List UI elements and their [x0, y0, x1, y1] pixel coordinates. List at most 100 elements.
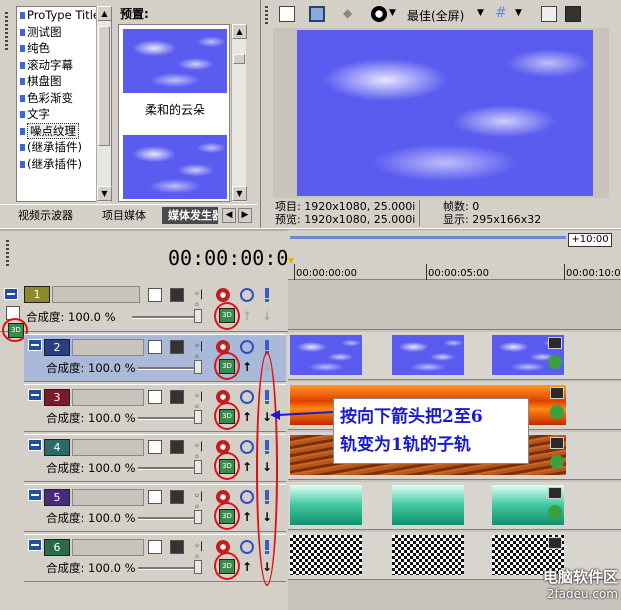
track-fx-icon[interactable] — [170, 440, 184, 454]
scroll-up-icon[interactable]: ▲ — [232, 24, 247, 39]
chevron-down-icon[interactable]: ▼ — [477, 8, 484, 18]
track-motion-icon[interactable] — [148, 288, 162, 302]
compositing-slider[interactable] — [138, 367, 202, 370]
track-name-field[interactable] — [72, 489, 144, 506]
clip-event[interactable] — [290, 485, 362, 525]
track-2-header[interactable]: 2 ◦|◦ 合成度: 100.0 % 3D ↑ ↓ — [24, 334, 286, 382]
tab-video-scopes[interactable]: 视频示波器 — [12, 207, 79, 224]
event-fx-icon[interactable] — [550, 455, 564, 469]
scroll-thumb[interactable] — [98, 26, 110, 146]
track-6-header[interactable]: 6 ◦|◦ 合成度: 100.0 % 3D ↑ ↓ — [24, 534, 286, 582]
tab-next-icon[interactable]: ▶ — [238, 208, 252, 223]
track-collapse-icon[interactable] — [28, 339, 42, 351]
compositing-slider[interactable] — [138, 417, 202, 420]
composite-mode-icon[interactable]: ◦|◦ — [194, 491, 208, 513]
arrow-up-icon[interactable]: ↑ — [242, 511, 252, 523]
track-name-field[interactable] — [52, 286, 140, 303]
scroll-down-icon[interactable]: ▼ — [232, 186, 247, 201]
clip-event[interactable] — [290, 535, 362, 575]
arrow-up-icon[interactable]: ↑ — [242, 461, 252, 473]
panel-grip[interactable] — [5, 12, 8, 52]
event-fx-icon[interactable] — [548, 505, 562, 519]
slider-thumb[interactable] — [194, 410, 202, 424]
timeline-lane-1[interactable] — [288, 282, 621, 330]
overlays-icon[interactable] — [371, 6, 387, 22]
split-screen-icon[interactable]: ◆ — [343, 6, 359, 22]
track-motion-icon[interactable] — [148, 390, 162, 404]
track-collapse-icon[interactable] — [28, 389, 42, 401]
arrow-up-icon[interactable]: ↑ — [242, 561, 252, 573]
track-motion-icon[interactable] — [148, 340, 162, 354]
tab-prev-icon[interactable]: ◀ — [222, 208, 236, 223]
preset-thumb-soft-clouds[interactable] — [123, 29, 227, 93]
track-motion-icon[interactable] — [148, 440, 162, 454]
panel-grip[interactable] — [6, 240, 9, 266]
track-name-field[interactable] — [72, 339, 144, 356]
composite-mode-icon[interactable]: ◦|◦ — [194, 541, 208, 563]
track-name-field[interactable] — [72, 539, 144, 556]
chevron-down-icon[interactable]: ▼ — [389, 8, 396, 18]
clip-event[interactable] — [392, 535, 464, 575]
external-monitor-icon[interactable] — [309, 6, 325, 22]
timeline-ruler[interactable]: ▼ 00:00:00:00 00:00:05:00 00:00:10:00 — [288, 252, 621, 280]
track-collapse-icon[interactable] — [28, 539, 42, 551]
slider-thumb[interactable] — [194, 560, 202, 574]
arrow-up-icon[interactable]: ↑ — [242, 411, 252, 423]
mute-icon[interactable] — [240, 490, 254, 504]
copy-snapshot-icon[interactable] — [541, 6, 557, 22]
arrow-up-icon[interactable]: ↑ — [242, 310, 252, 322]
track-motion-icon[interactable] — [148, 540, 162, 554]
track-name-field[interactable] — [72, 389, 144, 406]
save-snapshot-icon[interactable] — [565, 6, 581, 22]
compositing-slider[interactable] — [138, 467, 202, 470]
slider-thumb[interactable] — [194, 460, 202, 474]
event-fx-icon[interactable] — [550, 405, 564, 419]
mute-icon[interactable] — [240, 540, 254, 554]
event-fx-icon[interactable] — [548, 355, 562, 369]
compositing-slider[interactable] — [132, 316, 202, 319]
timeline-lane-2[interactable] — [288, 332, 621, 380]
grid-icon[interactable]: # — [495, 6, 511, 22]
track-fx-icon[interactable] — [170, 340, 184, 354]
track-motion-icon[interactable] — [148, 490, 162, 504]
track-1-header[interactable]: 1 ◦|◦ 合成度: 100.0 % 3D ↑ ↓ — [0, 282, 288, 332]
event-pan-crop-icon[interactable] — [548, 537, 562, 549]
track-fx-icon[interactable] — [170, 490, 184, 504]
scroll-up-icon[interactable]: ▲ — [97, 6, 112, 21]
preset-thumb[interactable] — [123, 135, 227, 199]
track-3-header[interactable]: 3 ◦|◦ 合成度: 100.0 % 3D ↑ ↓ — [24, 384, 286, 432]
mute-icon[interactable] — [240, 340, 254, 354]
track-collapse-icon[interactable] — [28, 439, 42, 451]
panel-grip[interactable] — [265, 6, 268, 26]
chevron-down-icon[interactable]: ▼ — [515, 8, 522, 18]
generator-list-scrollbar[interactable]: ▲ ▼ — [96, 6, 112, 202]
tab-project-media[interactable]: 项目媒体 — [96, 207, 152, 224]
loop-region-bar[interactable] — [290, 236, 566, 239]
gear-icon[interactable] — [216, 288, 230, 302]
compositing-slider[interactable] — [138, 567, 202, 570]
track-fx-icon[interactable] — [170, 390, 184, 404]
timeline-lane-5[interactable] — [288, 482, 621, 530]
event-pan-crop-icon[interactable] — [548, 487, 562, 499]
slider-thumb[interactable] — [194, 510, 202, 524]
arrow-down-icon[interactable]: ↓ — [262, 310, 272, 322]
track-fx-icon[interactable] — [170, 540, 184, 554]
scroll-thumb[interactable] — [233, 54, 245, 64]
track-4-header[interactable]: 4 ◦|◦ 合成度: 100.0 % 3D ↑ ↓ — [24, 434, 286, 482]
track-collapse-icon[interactable] — [4, 288, 18, 300]
scroll-down-icon[interactable]: ▼ — [97, 186, 112, 201]
preview-quality-select[interactable]: 最佳(全屏) — [407, 7, 464, 24]
mute-icon[interactable] — [240, 390, 254, 404]
track-name-field[interactable] — [72, 439, 144, 456]
composite-mode-icon[interactable]: ◦|◦ — [194, 441, 208, 463]
event-pan-crop-icon[interactable] — [550, 387, 564, 399]
track-5-header[interactable]: 5 ◦|◦ 合成度: 100.0 % 3D ↑ ↓ — [24, 484, 286, 532]
mute-icon[interactable] — [240, 288, 254, 302]
compositing-slider[interactable] — [138, 517, 202, 520]
arrow-up-icon[interactable]: ↑ — [242, 361, 252, 373]
event-pan-crop-icon[interactable] — [548, 337, 562, 349]
composite-mode-icon[interactable]: ◦|◦ — [194, 289, 208, 311]
clip-event[interactable] — [492, 485, 564, 525]
solo-icon[interactable] — [265, 288, 269, 302]
clip-event[interactable] — [392, 335, 464, 375]
